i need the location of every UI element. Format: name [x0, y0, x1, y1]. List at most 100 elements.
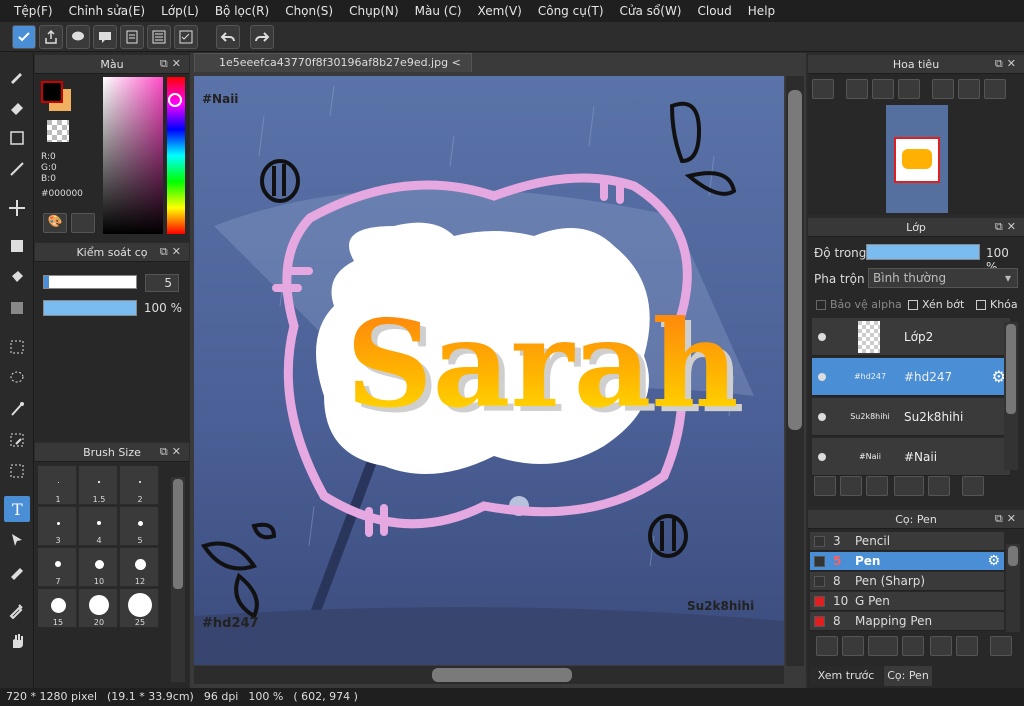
zoom-in-icon[interactable] [846, 79, 868, 99]
panel-controls-icon[interactable]: ⧉✕ [160, 57, 185, 71]
zoom-actual-icon[interactable] [872, 79, 894, 99]
brush-size-cell[interactable]: 15 [37, 588, 77, 628]
magic-wand-tool-icon[interactable] [4, 396, 30, 422]
fill-rect-tool-icon[interactable] [4, 233, 30, 259]
new-layer-icon[interactable] [814, 476, 836, 496]
document-icon[interactable] [120, 25, 144, 49]
gradient-tool-icon[interactable] [4, 295, 30, 321]
brush-opacity-slider[interactable] [43, 300, 137, 316]
list-icon[interactable] [147, 25, 171, 49]
duplicate-brush-icon[interactable] [956, 636, 978, 656]
brush-size-scrollbar[interactable] [171, 477, 185, 682]
pen-row[interactable]: 8 Mapping Pen [810, 612, 1004, 631]
brush-size-cell[interactable]: 25 [119, 588, 159, 628]
brush-size-cell[interactable]: 1 [37, 465, 77, 505]
duplicate-layer-icon[interactable] [962, 476, 984, 496]
bucket-tool-icon[interactable] [4, 264, 30, 290]
undo-icon[interactable] [216, 25, 240, 49]
blend-mode-select[interactable]: Bình thường ▾ [868, 268, 1018, 288]
pen-row[interactable]: 8 Pen (Sharp) [810, 572, 1004, 591]
brush-size-cell[interactable]: 12 [119, 547, 159, 587]
brush-size-cell[interactable]: 2 [119, 465, 159, 505]
menu-item[interactable]: Lớp(L) [153, 0, 207, 22]
panel-controls-icon[interactable]: ⧉✕ [160, 445, 185, 459]
brush-tool-icon[interactable] [4, 63, 30, 89]
transparent-color-swatch[interactable] [47, 120, 69, 142]
visibility-icon[interactable] [818, 412, 826, 421]
brush-size-cell[interactable]: 3 [37, 506, 77, 546]
brush-size-cell[interactable]: 4 [78, 506, 118, 546]
menu-item[interactable]: Chọn(S) [277, 0, 341, 22]
menu-item[interactable]: Công cụ(T) [530, 0, 612, 22]
menu-item[interactable]: Màu (C) [407, 0, 470, 22]
hue-handle[interactable] [168, 93, 182, 107]
pen-row[interactable]: 5 Pen ⚙ [810, 552, 1004, 571]
eraser-tool-icon[interactable] [4, 94, 30, 120]
pen-scrollbar[interactable] [1006, 544, 1020, 632]
select-rect-tool-icon[interactable] [4, 334, 30, 360]
canvas-vertical-scrollbar[interactable] [786, 76, 804, 666]
smudge-tool-icon[interactable] [4, 558, 30, 584]
line-tool-icon[interactable] [4, 156, 30, 182]
zoom-fit-icon[interactable] [812, 79, 834, 99]
brush-size-cell[interactable]: 20 [78, 588, 118, 628]
select-pen-tool-icon[interactable] [4, 427, 30, 453]
brush-size-cell[interactable]: 5 [119, 506, 159, 546]
menu-item[interactable]: Help [740, 0, 783, 22]
rectangle-tool-icon[interactable] [4, 125, 30, 151]
panel-controls-icon[interactable]: ⧉✕ [995, 57, 1020, 71]
canvas-horizontal-scrollbar[interactable] [194, 666, 784, 684]
artwork-canvas[interactable]: Sarah Sarah #Naii #hd247 Su2k8hihi [194, 76, 784, 665]
brush-options-icon[interactable] [868, 636, 898, 656]
lock-checkbox[interactable]: Khóa [976, 298, 1018, 311]
color-swap-icon[interactable] [71, 213, 95, 233]
lasso-tool-icon[interactable] [4, 365, 30, 391]
layer-row[interactable]: Su2k8hihi Su2k8hihi [812, 398, 1010, 436]
check-icon[interactable] [12, 25, 36, 49]
menu-item[interactable]: Xem(V) [470, 0, 530, 22]
new-brush-icon[interactable] [842, 636, 864, 656]
fit-screen-icon[interactable] [958, 79, 980, 99]
visibility-icon[interactable] [818, 332, 826, 341]
foreground-color-swatch[interactable] [41, 81, 63, 103]
share-icon[interactable] [39, 25, 63, 49]
menu-item[interactable]: Chụp(N) [341, 0, 407, 22]
text-tool-icon[interactable]: T [4, 496, 30, 522]
brush-size-cell[interactable]: 1.5 [78, 465, 118, 505]
brush-size-cell[interactable]: 7 [37, 547, 77, 587]
pen-row[interactable]: 10 G Pen [810, 592, 1004, 611]
menu-item[interactable]: Cửa sổ(W) [612, 0, 690, 22]
menu-item[interactable]: Chỉnh sửa(E) [61, 0, 154, 22]
layer-scrollbar[interactable] [1004, 322, 1018, 470]
menu-item[interactable]: Tệp(F) [6, 0, 61, 22]
visibility-icon[interactable] [818, 372, 826, 381]
brush-size-input[interactable]: 5 [145, 274, 179, 292]
panel-controls-icon[interactable]: ⧉✕ [995, 512, 1020, 526]
operation-tool-icon[interactable] [4, 527, 30, 553]
brush-size-slider[interactable] [43, 275, 137, 289]
layer-row[interactable]: #Naii #Naii [812, 438, 1010, 476]
new-layer-1bit-icon[interactable] [866, 476, 888, 496]
move-tool-icon[interactable] [4, 195, 30, 221]
panel-controls-icon[interactable]: ⧉✕ [160, 245, 185, 259]
checklist-icon[interactable] [174, 25, 198, 49]
tab-brush-preview[interactable]: Xem trước cọ [810, 666, 882, 702]
select-eraser-tool-icon[interactable] [4, 458, 30, 484]
rotate-right-icon[interactable] [984, 79, 1006, 99]
folder-icon[interactable] [930, 636, 952, 656]
document-tab[interactable]: 1e5eeefca43770f8f30196af8b27e9ed.jpg < s… [194, 53, 472, 87]
new-layer-8bit-icon[interactable] [840, 476, 862, 496]
comment-icon[interactable] [93, 25, 117, 49]
protect-alpha-checkbox[interactable]: Bảo vệ alpha [816, 298, 902, 311]
visibility-icon[interactable] [818, 452, 826, 461]
layer-row[interactable]: Lớp2 [812, 318, 1010, 356]
speech-bubble-icon[interactable] [66, 25, 90, 49]
layer-opacity-slider[interactable] [866, 244, 980, 260]
panel-controls-icon[interactable]: ⧉✕ [995, 220, 1020, 234]
redo-icon[interactable] [250, 25, 274, 49]
clipping-checkbox[interactable]: Xén bớt [908, 298, 964, 311]
rotate-left-icon[interactable] [932, 79, 954, 99]
trash-icon[interactable] [990, 636, 1012, 656]
menu-item[interactable]: Cloud [690, 0, 740, 22]
navigator-thumbnail[interactable] [886, 105, 948, 213]
